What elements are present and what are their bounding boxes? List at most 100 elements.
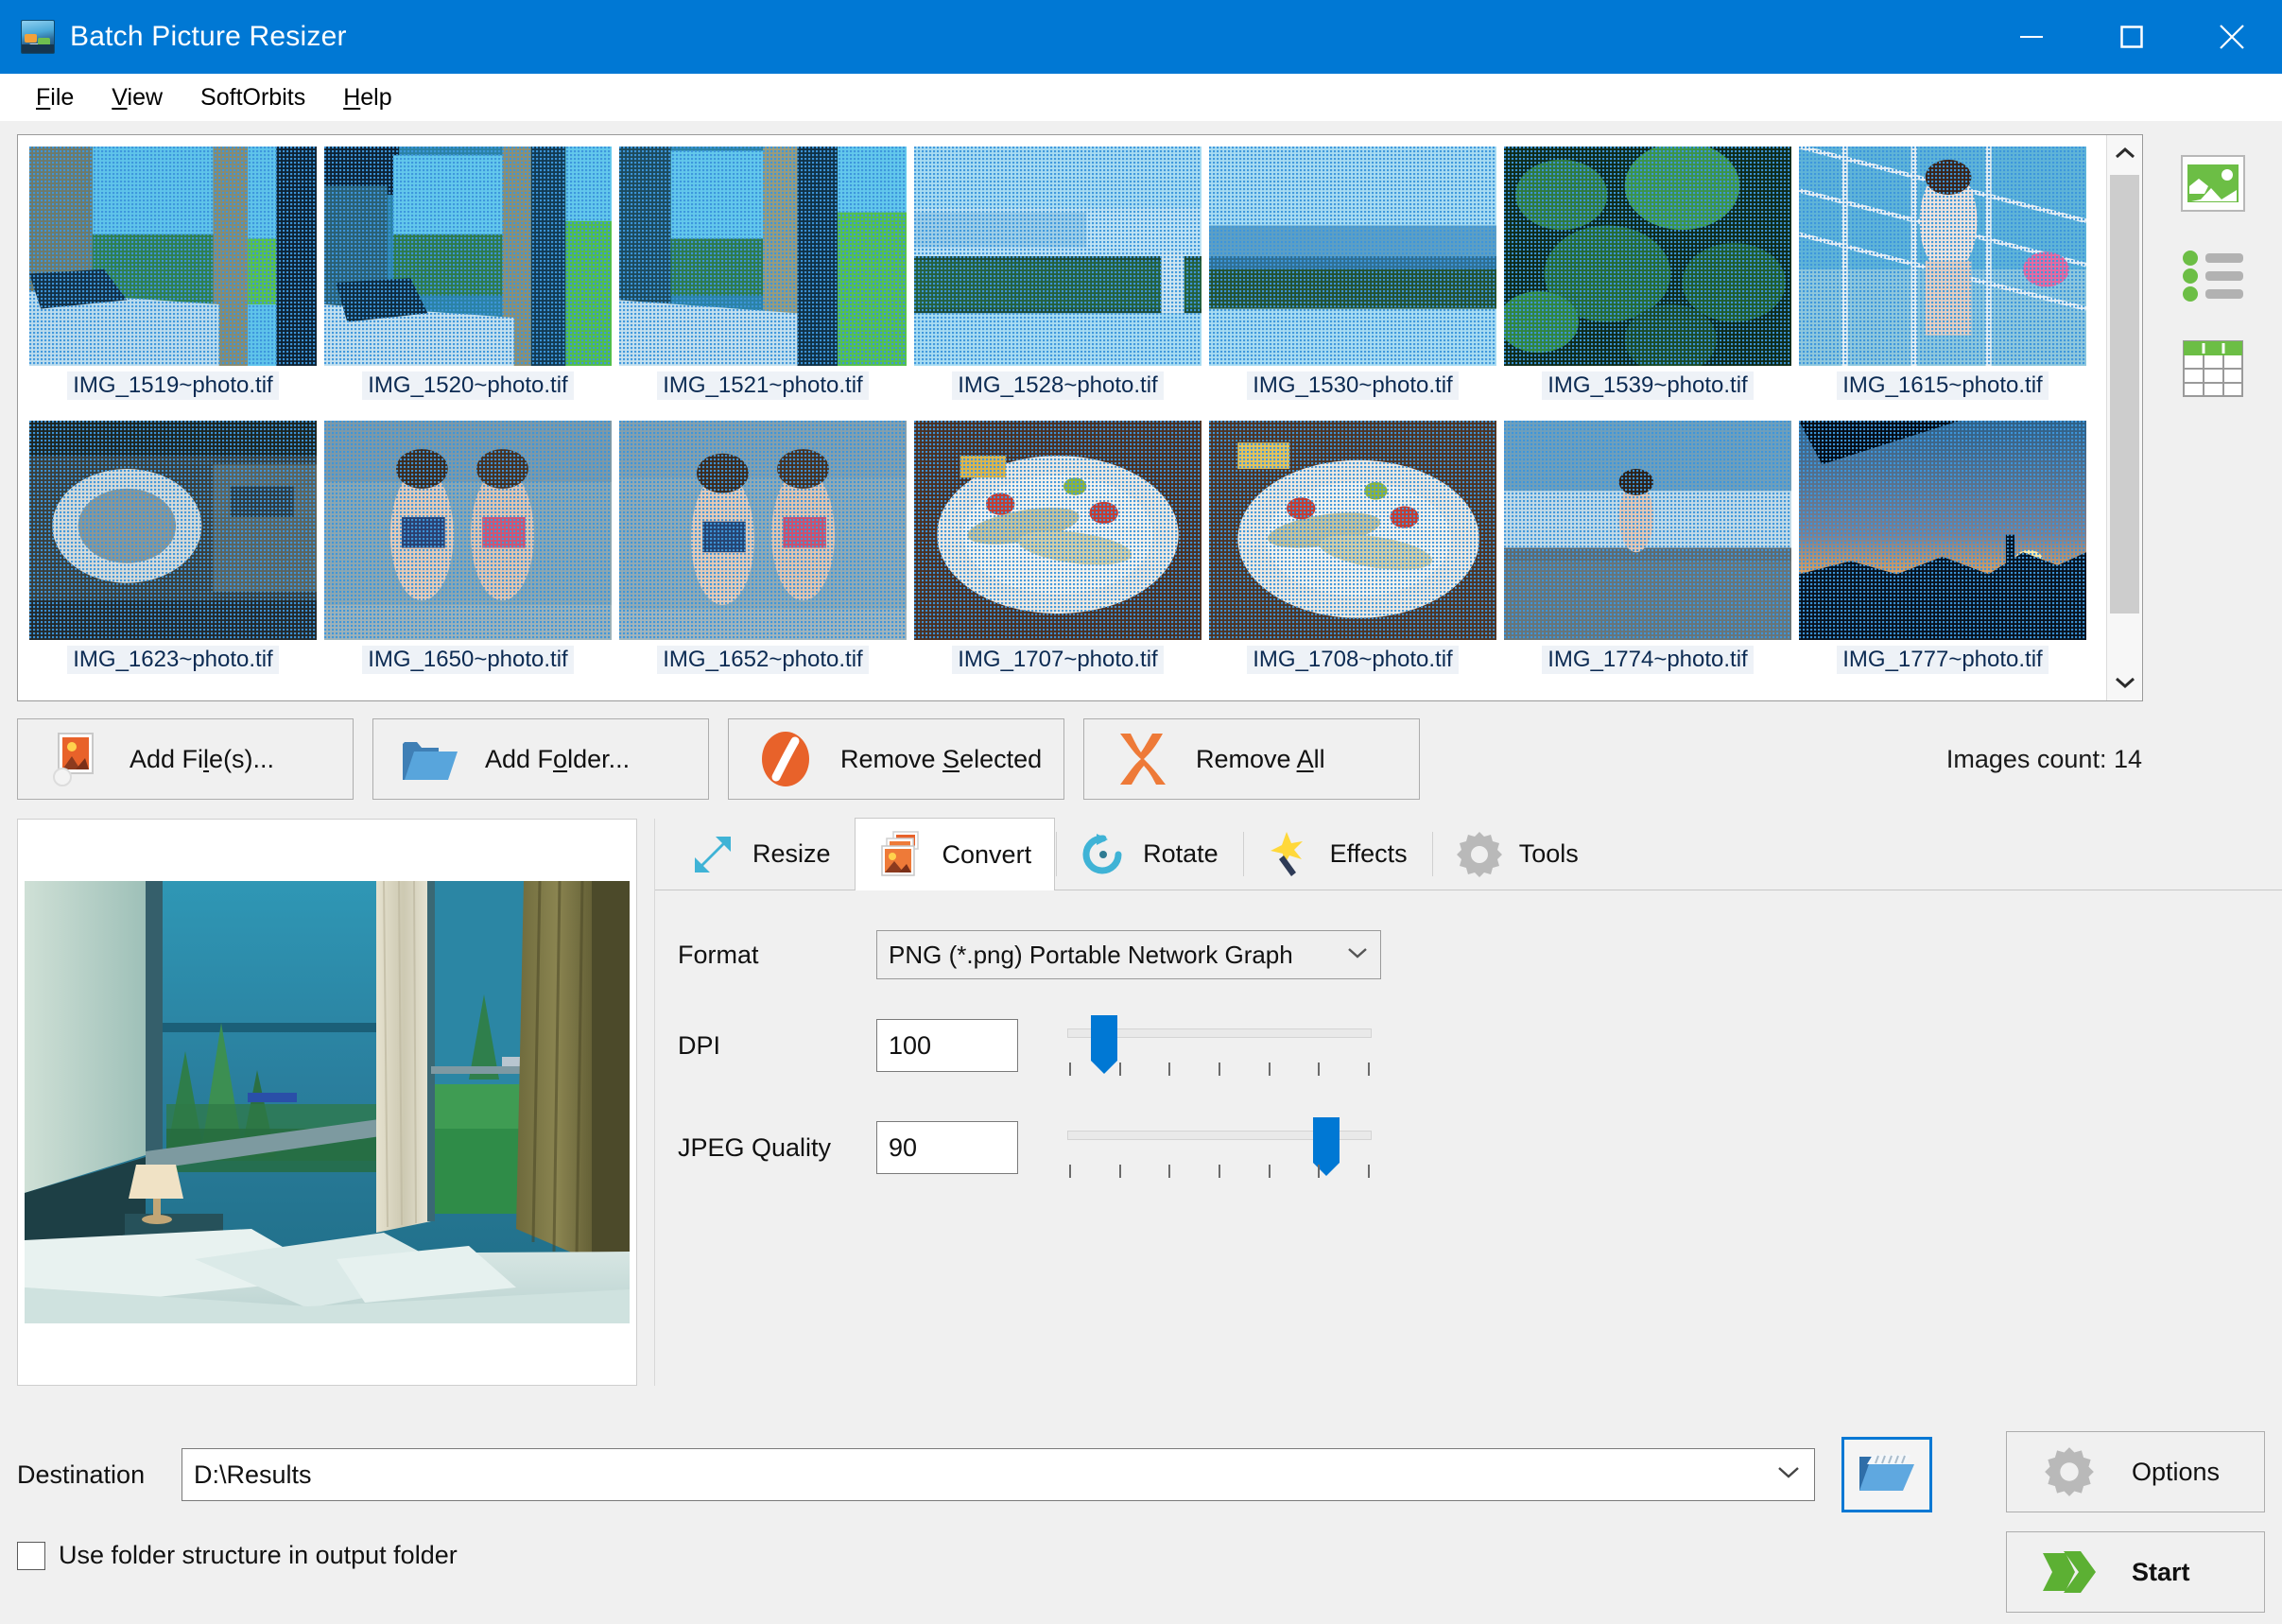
format-row: Format PNG (*.png) Portable Network Grap… [678,930,2282,979]
thumbnails-panel[interactable]: IMG_1519~photo.tif IMG_1520~photo.tif IM… [17,134,2144,701]
thumbnail-image[interactable] [1504,421,1791,640]
view-mode-toolbar [2143,134,2282,701]
format-label: Format [678,940,759,969]
tab-effects[interactable]: Effects [1241,818,1431,890]
green-arrow-icon [2039,1542,2100,1602]
tab-convert[interactable]: Convert [854,818,1056,890]
jpeg-quality-input[interactable]: 90 [876,1121,1018,1174]
destination-label: Destination [17,1460,146,1489]
remove-selected-button[interactable]: Remove Selected [728,718,1064,800]
add-files-label: Add File(s)... [130,744,275,773]
start-button[interactable]: Start [2006,1531,2265,1613]
thumbnail-item[interactable]: IMG_1520~photo.tif [320,143,615,417]
thumbnail-filename: IMG_1615~photo.tif [1837,371,2049,400]
menu-softorbits[interactable]: SoftOrbits [182,80,324,115]
thumbnail-item[interactable]: IMG_1777~photo.tif [1795,417,2090,691]
thumbnail-filename: IMG_1521~photo.tif [657,371,869,400]
thumbnail-image[interactable] [1799,147,2086,366]
tab-resize[interactable]: Resize [665,818,855,890]
scroll-down-button[interactable] [2107,665,2143,700]
thumbnails-grid[interactable]: IMG_1519~photo.tif IMG_1520~photo.tif IM… [18,135,2106,700]
close-button[interactable] [2182,0,2282,74]
thumbnail-filename: IMG_1528~photo.tif [952,371,1164,400]
thumbnail-image[interactable] [324,421,612,640]
menu-view[interactable]: View [93,80,182,115]
destination-value: D:\Results [194,1460,312,1489]
thumbnail-image[interactable] [29,421,317,640]
window-controls [1981,0,2282,74]
minimize-button[interactable] [1981,0,2082,74]
thumbnail-image[interactable] [914,421,1202,640]
destination-input[interactable]: D:\Results [182,1448,1815,1501]
settings-tabs-area: Resize Convert Rotate Effects Tools Form… [654,818,2282,1386]
thumbnail-image[interactable] [619,421,907,640]
gear-icon [2039,1442,2100,1502]
jpeg-slider-handle[interactable] [1312,1117,1340,1176]
picture-stack-icon [21,20,55,54]
scrollbar-track[interactable] [2107,171,2143,665]
jpeg-quality-slider[interactable] [1067,1112,1372,1183]
thumbnail-image[interactable] [1209,147,1496,366]
tab-strip: Resize Convert Rotate Effects Tools [655,818,2282,890]
dpi-slider-handle[interactable] [1090,1015,1117,1074]
thumbnail-item[interactable]: IMG_1530~photo.tif [1205,143,1500,417]
thumbnail-item[interactable]: IMG_1623~photo.tif [26,417,320,691]
rotate-arrow-icon [1079,830,1128,879]
thumbnail-item[interactable]: IMG_1707~photo.tif [910,417,1205,691]
jpeg-slider-ticks [1069,1165,1370,1178]
thumbnail-filename: IMG_1519~photo.tif [67,371,279,400]
scrollbar-thumb[interactable] [2110,175,2140,613]
thumbnail-image[interactable] [324,147,612,366]
thumbnail-item[interactable]: IMG_1521~photo.tif [615,143,910,417]
format-select[interactable]: PNG (*.png) Portable Network Graph [876,930,1381,979]
thumbnail-image[interactable] [1504,147,1791,366]
thumbnail-image[interactable] [29,147,317,366]
thumbnail-image[interactable] [1799,421,2086,640]
thumbnail-item[interactable]: IMG_1652~photo.tif [615,417,910,691]
lower-section: Resize Convert Rotate Effects Tools Form… [0,800,2282,1386]
thumbnail-item[interactable]: IMG_1539~photo.tif [1500,143,1795,417]
thumbnail-image[interactable] [1209,421,1496,640]
thumbnail-item[interactable]: IMG_1650~photo.tif [320,417,615,691]
thumbnail-filename: IMG_1623~photo.tif [67,646,279,674]
options-button[interactable]: Options [2006,1431,2265,1512]
thumbnail-filename: IMG_1652~photo.tif [657,646,869,674]
chevron-down-icon[interactable] [1776,1465,1801,1484]
scroll-up-button[interactable] [2107,135,2143,171]
list-view-icon[interactable] [2172,240,2254,312]
thumbnail-filename: IMG_1520~photo.tif [362,371,574,400]
red-cross-icon [1111,729,1171,789]
maximize-button[interactable] [2082,0,2182,74]
window-title: Batch Picture Resizer [70,21,347,52]
add-folder-button[interactable]: Add Folder... [372,718,709,800]
thumbnail-image[interactable] [914,147,1202,366]
thumbnail-filename: IMG_1650~photo.tif [362,646,574,674]
thumbnail-item[interactable]: IMG_1519~photo.tif [26,143,320,417]
tab-tools[interactable]: Tools [1430,818,1602,890]
thumbnail-filename: IMG_1708~photo.tif [1247,646,1459,674]
use-folder-structure-checkbox[interactable] [17,1541,45,1570]
primary-buttons-group: Options Start [2006,1431,2265,1613]
thumbnail-item[interactable]: IMG_1708~photo.tif [1205,417,1500,691]
thumbnails-scrollbar[interactable] [2106,135,2143,700]
menu-file[interactable]: File [17,80,93,115]
details-view-icon[interactable] [2172,333,2254,405]
file-actions-row: Add File(s)... Add Folder... Remove Sele… [0,701,2282,800]
thumbnail-item[interactable]: IMG_1615~photo.tif [1795,143,2090,417]
add-files-button[interactable]: Add File(s)... [17,718,354,800]
jpeg-quality-row: JPEG Quality 90 [678,1112,2282,1183]
add-folder-icon [400,729,460,789]
menu-bar: File View SoftOrbits Help [0,74,2282,121]
thumbnail-view-icon[interactable] [2172,147,2254,219]
remove-all-button[interactable]: Remove All [1083,718,1420,800]
menu-help[interactable]: Help [324,80,410,115]
tab-rotate[interactable]: Rotate [1055,818,1242,890]
dpi-input[interactable]: 100 [876,1019,1018,1072]
browse-folder-button[interactable] [1841,1437,1932,1512]
remove-all-label: Remove All [1196,744,1325,773]
dpi-slider[interactable] [1067,1010,1372,1081]
thumbnail-item[interactable]: IMG_1528~photo.tif [910,143,1205,417]
thumbnail-image[interactable] [619,147,907,366]
thumbnail-item[interactable]: IMG_1774~photo.tif [1500,417,1795,691]
use-folder-structure-row[interactable]: Use folder structure in output folder [17,1512,2282,1570]
